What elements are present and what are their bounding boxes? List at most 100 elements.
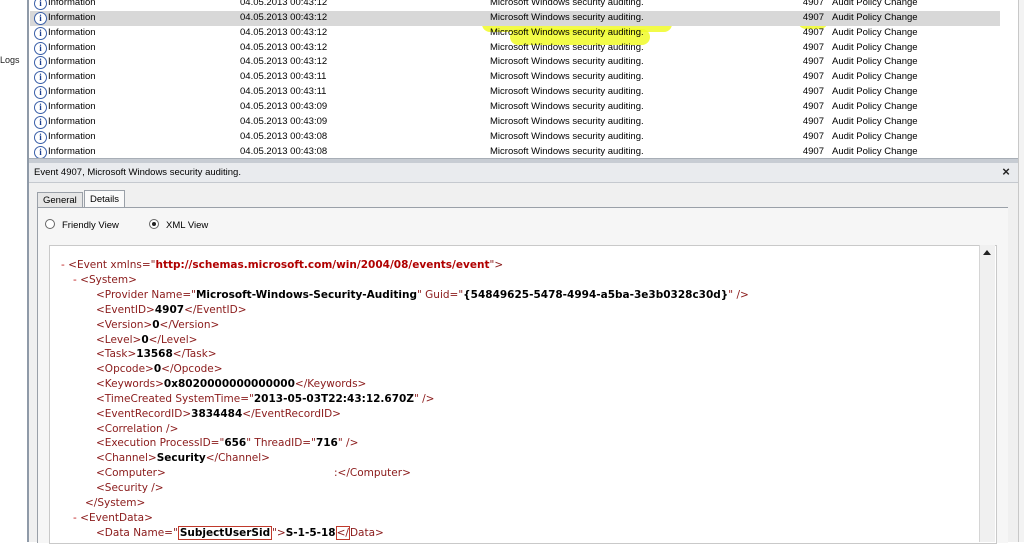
event-id-cell: 4907 (802, 100, 824, 112)
xml-tag: <Keywords> (96, 378, 164, 390)
info-icon: i (34, 71, 47, 85)
table-row[interactable]: i Information 04.05.2013 00:43:09 Microsoft… (30, 115, 1000, 130)
close-icon[interactable]: × (999, 165, 1013, 179)
xml-channel-line: <Channel>Security</Channel> (96, 451, 270, 465)
window-right-edge (1018, 0, 1024, 542)
table-row[interactable]: i Information 04.05.2013 00:43:12 Microsoft… (30, 41, 1000, 56)
info-icon: i (34, 56, 47, 70)
xml-level-line: <Level>0</Level> (96, 333, 197, 347)
xml-view-radio[interactable]: XML View (149, 219, 208, 231)
xml-tag: <Level> (96, 334, 142, 346)
event-id-cell: 4907 (802, 86, 824, 98)
table-row[interactable]: i Information 04.05.2013 00:43:12 Microsoft… (30, 10, 1000, 26)
level-cell: Information (48, 41, 96, 53)
xml-security-line: <Security /> (96, 482, 164, 494)
date-cell: 04.05.2013 00:43:12 (240, 56, 328, 68)
xml-system-line: - <System> (73, 273, 137, 287)
date-cell: 04.05.2013 00:43:11 (240, 71, 327, 83)
date-cell: 04.05.2013 00:43:12 (240, 41, 328, 53)
table-row[interactable]: i Information 04.05.2013 00:43:12 Microsoft… (30, 26, 1000, 41)
level-cell: Information (48, 115, 96, 127)
xml-tag: <Channel> (96, 452, 157, 464)
table-row[interactable]: i Information 04.05.2013 00:43:09 Microsoft… (30, 100, 1000, 115)
friendly-view-radio[interactable]: Friendly View (45, 219, 119, 231)
xml-computer-line: <Computer> (96, 466, 166, 480)
tab-details[interactable]: Details (84, 190, 126, 208)
source-cell: Microsoft Windows security auditing. (490, 11, 644, 23)
table-row[interactable]: i Information 04.05.2013 00:43:08 Microsoft… (30, 130, 1000, 145)
source-cell: Microsoft Windows security auditing. (490, 86, 644, 98)
xml-scrollbar[interactable] (979, 245, 995, 542)
event-id-cell: 4907 (802, 41, 824, 53)
xml-value: 4907 (154, 304, 185, 316)
xml-tag: "> (272, 527, 286, 539)
event-id-cell: 4907 (802, 56, 824, 68)
xml-tag: " Guid=" (417, 289, 464, 301)
radio-icon[interactable] (45, 219, 55, 229)
category-cell: Audit Policy Change (832, 86, 918, 98)
date-cell: 04.05.2013 00:43:09 (240, 100, 328, 112)
xml-tag: " /> (413, 393, 435, 405)
xml-tag-boxed: </ (335, 526, 350, 540)
xml-version-line: <Version>0</Version> (96, 318, 219, 332)
xml-computer-close: :</Computer> (334, 467, 411, 479)
xml-namespace: http://schemas.microsoft.com/win/2004/08… (155, 259, 490, 271)
xml-timecreated-line: <TimeCreated SystemTime="2013-05-03T22:4… (96, 392, 434, 406)
xml-tag: <Event xmlns=" (68, 259, 156, 271)
xml-tag: </Version> (159, 319, 220, 331)
xml-correlation-line: <Correlation /> (96, 423, 179, 435)
info-icon: i (34, 41, 47, 55)
sidebar-logs-label[interactable]: Logs (0, 55, 20, 65)
xml-view[interactable]: - <Event xmlns="http://schemas.microsoft… (49, 245, 997, 544)
date-cell: 04.05.2013 00:43:08 (240, 145, 328, 157)
info-icon: i (34, 145, 47, 158)
category-cell: Audit Policy Change (832, 130, 918, 142)
table-row[interactable]: i Information 04.05.2013 00:43:11 Microsoft… (30, 85, 1000, 100)
table-row[interactable]: i Information 04.05.2013 00:43:08 Microsoft… (30, 145, 1000, 158)
event-list: i Information 04.05.2013 00:43:12 Microsoft… (30, 0, 1017, 158)
xml-view-label: XML View (166, 220, 209, 231)
table-row[interactable]: i Information 04.05.2013 00:43:12 Microsoft… (30, 55, 1000, 70)
event-id-cell: 4907 (802, 26, 824, 38)
level-cell: Information (48, 26, 96, 38)
xml-opcode-line: <Opcode>0</Opcode> (96, 362, 223, 376)
tab-general[interactable]: General (37, 192, 83, 208)
xml-system-close-line: </System> (85, 497, 146, 509)
event-id-cell: 4907 (802, 71, 824, 83)
xml-tag: "> (489, 259, 504, 271)
info-icon: i (34, 86, 47, 100)
event-id-cell: 4907 (802, 130, 824, 142)
xml-tag: <EventData> (80, 512, 153, 524)
date-cell: 04.05.2013 00:43:08 (240, 130, 328, 142)
category-cell: Audit Policy Change (832, 56, 918, 68)
xml-tag: </EventRecordID> (242, 408, 341, 420)
xml-value-boxed: SubjectUserSid (177, 526, 273, 540)
category-cell: Audit Policy Change (832, 145, 918, 157)
xml-tag: </Level> (148, 334, 198, 346)
source-cell: Microsoft Windows security auditing. (490, 41, 644, 53)
xml-tag: " /> (337, 437, 359, 449)
source-cell: Microsoft Windows security auditing. (490, 0, 644, 8)
table-row[interactable]: i Information 04.05.2013 00:43:11 Microsoft… (30, 70, 1000, 85)
xml-eventdata-line: - <EventData> (73, 511, 153, 525)
xml-tag: " /> (728, 289, 749, 301)
level-cell: Information (48, 11, 96, 23)
xml-tag: </Task> (172, 348, 217, 360)
event-id-cell: 4907 (802, 115, 824, 127)
level-cell: Information (48, 0, 96, 8)
radio-selected-icon[interactable] (149, 219, 159, 229)
source-cell: Microsoft Windows security auditing. (490, 100, 644, 112)
xml-tag: <Version> (96, 319, 153, 331)
source-cell: Microsoft Windows security auditing. (490, 26, 644, 38)
event-id-cell: 4907 (802, 145, 824, 157)
date-cell: 04.05.2013 00:43:12 (240, 11, 328, 23)
xml-tag: <Data Name=" (96, 527, 178, 539)
scroll-up-icon[interactable] (983, 250, 991, 255)
info-icon: i (34, 130, 47, 144)
xml-value: Microsoft-Windows-Security-Auditing (195, 289, 417, 301)
xml-tag: </Keywords> (294, 378, 367, 390)
table-row[interactable]: i Information 04.05.2013 00:43:12 Microsoft… (30, 0, 1000, 11)
xml-execution-line: <Execution ProcessID="656" ThreadID="716… (96, 436, 358, 450)
date-cell: 04.05.2013 00:43:11 (240, 86, 327, 98)
level-cell: Information (48, 86, 96, 98)
